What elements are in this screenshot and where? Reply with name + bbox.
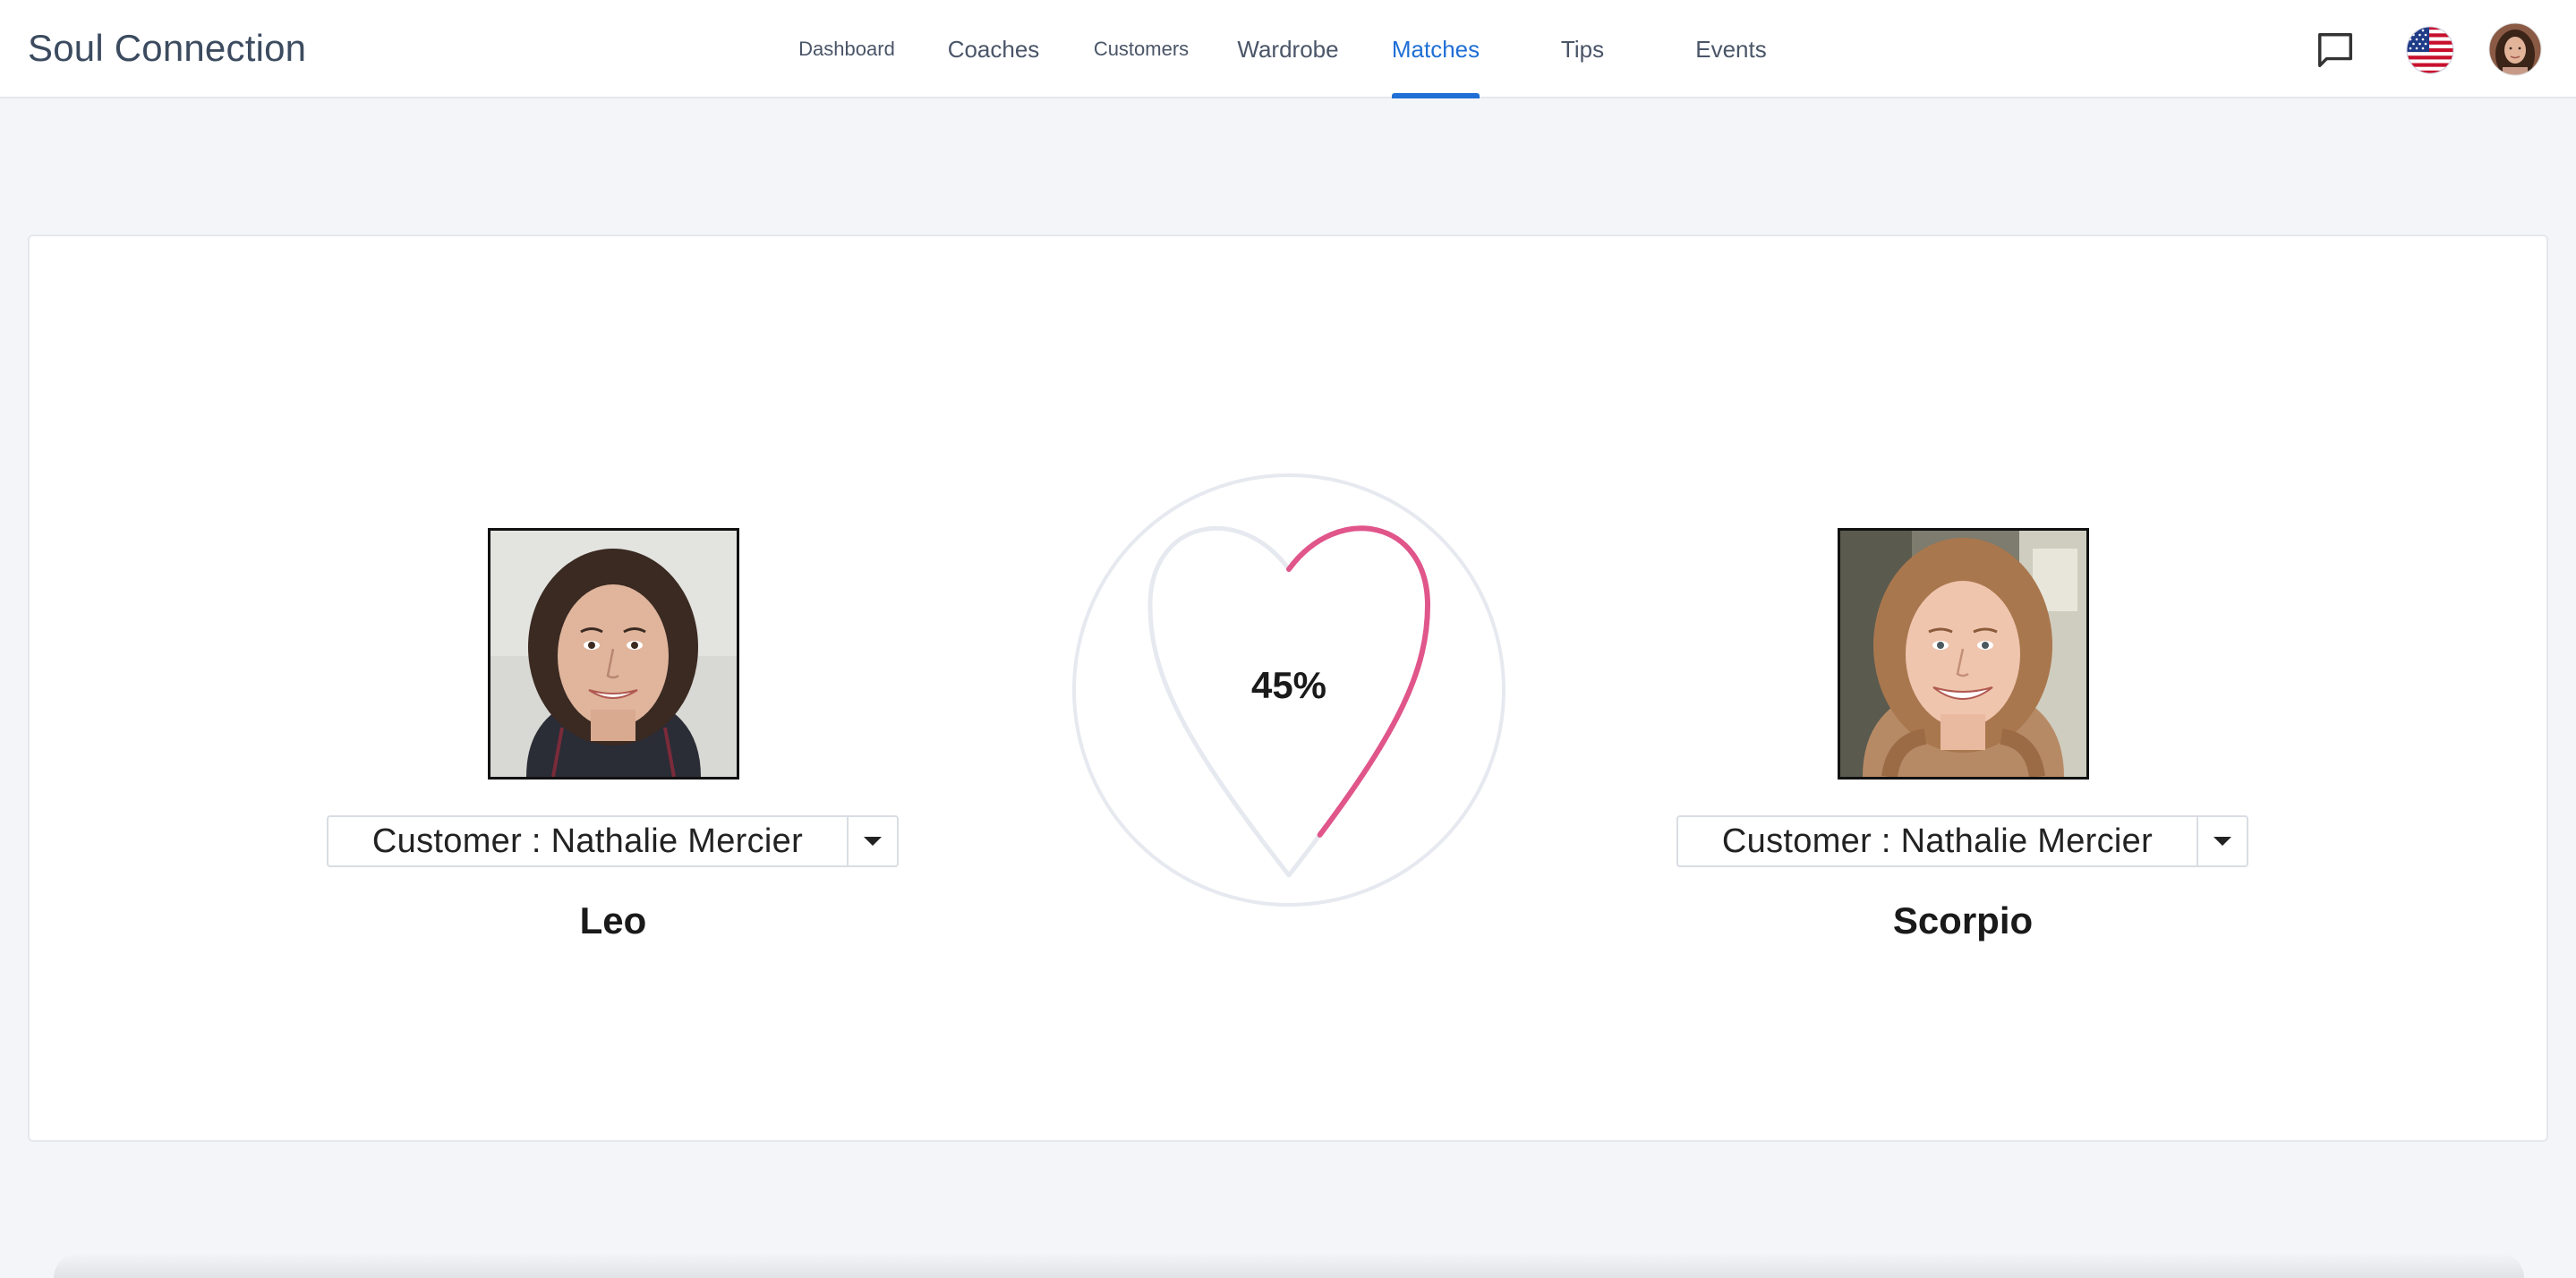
brand-logo[interactable]: Soul Connection bbox=[28, 27, 306, 70]
page-bottom-shadow bbox=[54, 1253, 2524, 1278]
nav-label: Dashboard bbox=[798, 38, 895, 60]
chevron-down-icon[interactable] bbox=[847, 817, 897, 865]
nav-label: Matches bbox=[1391, 35, 1480, 63]
right-customer-select[interactable]: Customer : Nathalie Mercier bbox=[1676, 815, 2248, 867]
left-customer-select-value: Customer : Nathalie Mercier bbox=[371, 822, 804, 860]
left-customer-photo bbox=[488, 528, 739, 780]
active-tab-indicator bbox=[1392, 93, 1480, 98]
us-flag-icon[interactable] bbox=[2404, 24, 2456, 76]
left-astrological-sign: Leo bbox=[579, 899, 647, 941]
nav-label: Tips bbox=[1560, 35, 1605, 63]
nav-label: Wardrobe bbox=[1237, 35, 1339, 63]
right-astrological-sign: Scorpio bbox=[1892, 899, 2034, 941]
left-customer-select[interactable]: Customer : Nathalie Mercier bbox=[327, 815, 899, 867]
user-avatar[interactable] bbox=[2488, 22, 2542, 76]
top-header: Soul Connection Dashboard Coaches Custom… bbox=[0, 0, 2576, 98]
nav-label: Events bbox=[1695, 35, 1767, 63]
nav-events[interactable]: Events bbox=[1692, 0, 1770, 98]
right-customer-select-value: Customer : Nathalie Mercier bbox=[1721, 822, 2154, 860]
nav-matches[interactable]: Matches bbox=[1392, 0, 1480, 98]
chevron-down-icon[interactable] bbox=[2196, 817, 2247, 865]
right-customer-photo bbox=[1838, 528, 2089, 780]
nav-wardrobe[interactable]: Wardrobe bbox=[1237, 0, 1339, 98]
nav-tips[interactable]: Tips bbox=[1553, 0, 1612, 98]
compatibility-percentage: 45% bbox=[1250, 664, 1327, 706]
nav-label: Customers bbox=[1093, 38, 1190, 60]
chat-icon[interactable] bbox=[2309, 24, 2361, 76]
nav-dashboard[interactable]: Dashboard bbox=[793, 0, 900, 98]
nav-label: Coaches bbox=[947, 35, 1040, 63]
nav-coaches[interactable]: Coaches bbox=[944, 0, 1043, 98]
nav-customers[interactable]: Customers bbox=[1090, 0, 1192, 98]
